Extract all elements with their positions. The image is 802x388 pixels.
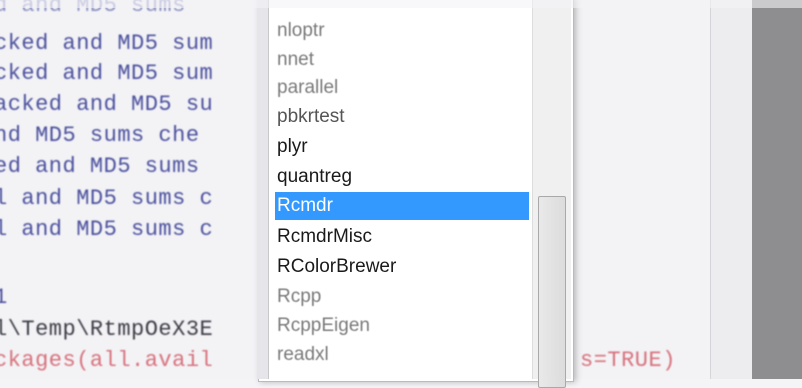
top-edge bbox=[0, 0, 802, 8]
list-left-border bbox=[258, 0, 269, 379]
list-item[interactable]: pbkrtest bbox=[275, 103, 345, 131]
list-item[interactable]: Rcpp bbox=[275, 283, 321, 311]
list-item[interactable]: nloptr bbox=[275, 17, 325, 45]
console-line: nd MD5 sums che bbox=[0, 123, 200, 148]
desktop-background bbox=[752, 0, 802, 379]
package-selection-list[interactable]: nloptr nnet parallel pbkrtest plyr quant… bbox=[258, 0, 574, 382]
console-line: 1 bbox=[0, 285, 8, 310]
list-item[interactable]: RColorBrewer bbox=[275, 253, 396, 281]
list-item-selected[interactable]: Rcmdr bbox=[275, 192, 529, 220]
console-line: cked and MD5 sum bbox=[0, 61, 214, 86]
list-item[interactable]: RcppEigen bbox=[275, 312, 370, 340]
console-line: ed and MD5 sums bbox=[0, 154, 200, 179]
list-scrollbar-thumb[interactable] bbox=[538, 196, 566, 388]
list-item[interactable]: plyr bbox=[275, 133, 308, 161]
list-item[interactable]: readxl bbox=[275, 341, 329, 369]
list-item[interactable]: RcmdrMisc bbox=[275, 223, 372, 251]
console-line: l and MD5 sums c bbox=[0, 217, 214, 242]
console-line: s=TRUE) bbox=[580, 348, 676, 373]
window-edge bbox=[710, 0, 753, 379]
console-line: l and MD5 sums c bbox=[0, 186, 214, 211]
console-line: l\Temp\RtmpOeX3E bbox=[0, 317, 214, 342]
console-line: ckages(all.avail bbox=[0, 348, 214, 373]
list-item[interactable]: parallel bbox=[275, 74, 338, 102]
list-item[interactable]: nnet bbox=[275, 46, 314, 74]
console-line: acked and MD5 su bbox=[0, 92, 214, 117]
list-item[interactable]: quantreg bbox=[275, 163, 352, 191]
console-line: cked and MD5 sum bbox=[0, 31, 214, 56]
